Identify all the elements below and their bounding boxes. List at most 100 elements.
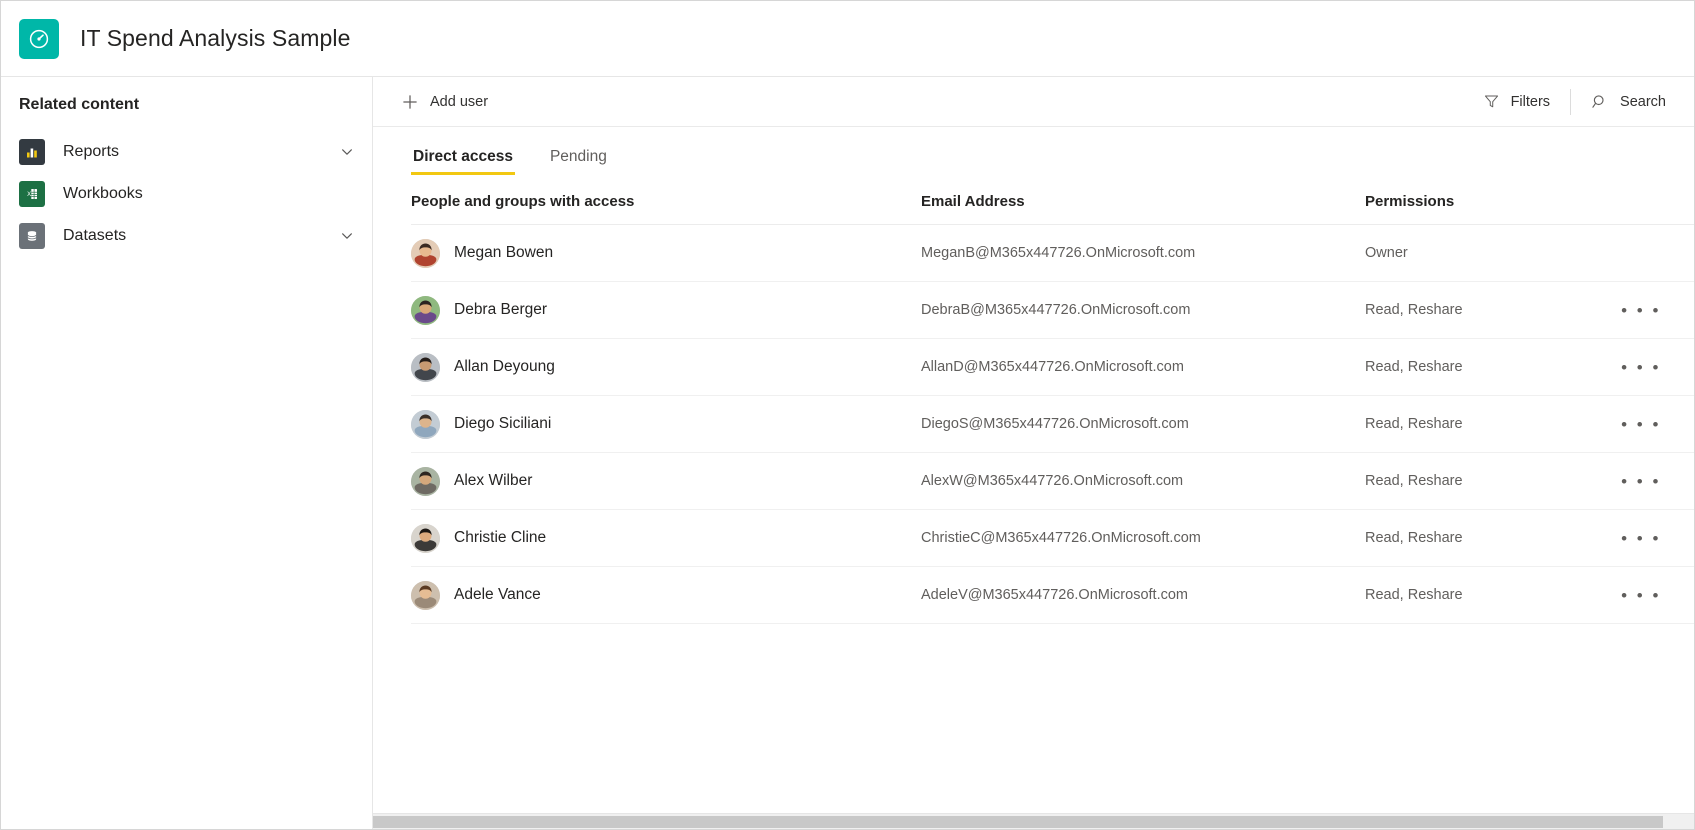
table-header-row: People and groups with access Email Addr… [411,175,1694,225]
more-options-icon[interactable]: • • • [1621,410,1658,438]
permission-value: Read, Reshare [1365,416,1463,432]
permission-value: Read, Reshare [1365,473,1463,489]
cell-person: Adele Vance [411,566,921,624]
column-header-actions [1625,175,1694,225]
cell-actions: • • • [1621,452,1694,510]
avatar [411,580,440,610]
more-options-icon[interactable]: • • • [1621,467,1658,495]
cell-person: Debra Berger [411,281,921,339]
more-options-icon[interactable]: • • • [1621,524,1658,552]
column-header-permissions: Permissions [1365,175,1625,225]
table-row[interactable]: Adele Vance AdeleV@M365x447726.OnMicrosof… [411,566,1694,624]
person-name: Adele Vance [454,586,541,603]
toolbar-divider [1570,88,1572,115]
permissions-main-panel: Add user Filters Search Direct access Pe… [373,77,1694,829]
cell-email: DiegoS@M365x447726.OnMicrosoft.com [921,395,1365,453]
cell-email: AdeleV@M365x447726.OnMicrosoft.com [921,566,1365,624]
cell-permissions: Read, Reshare [1365,452,1625,510]
email-address: DebraB@M365x447726.OnMicrosoft.com [921,302,1191,318]
table-row[interactable]: Debra Berger DebraB@M365x447726.OnMicroso… [411,281,1694,339]
bar-chart-icon [19,139,45,165]
table-row[interactable]: Alex Wilber AlexW@M365x447726.OnMicrosoft… [411,452,1694,510]
magnifier-icon [1591,93,1609,111]
sidebar-item-reports[interactable]: Reports [1,131,372,173]
cell-permissions: Owner [1365,224,1625,282]
related-content-sidebar: Related content Reports X Workbooks Data… [1,77,373,829]
cell-actions: • • • [1621,281,1694,339]
sidebar-item-label: Reports [63,143,120,160]
tab-direct-access[interactable]: Direct access [411,148,515,175]
cell-actions: • • • [1621,395,1694,453]
gauge-icon [19,18,59,59]
chevron-down-icon[interactable] [340,229,354,243]
permission-value: Owner [1365,245,1408,261]
horizontal-scrollbar[interactable] [373,813,1694,829]
cell-email: AlexW@M365x447726.OnMicrosoft.com [921,452,1365,510]
cell-person: Diego Siciliani [411,395,921,453]
sidebar-item-workbooks[interactable]: X Workbooks [1,173,372,215]
command-toolbar: Add user Filters Search [373,77,1694,127]
manage-permissions-window: IT Spend Analysis Sample Related content… [0,0,1695,830]
cell-permissions: Read, Reshare [1365,566,1625,624]
cell-actions: • • • [1621,509,1694,567]
email-address: DiegoS@M365x447726.OnMicrosoft.com [921,416,1189,432]
person-name: Allan Deyoung [454,358,555,375]
cell-email: DebraB@M365x447726.OnMicrosoft.com [921,281,1365,339]
email-address: ChristieC@M365x447726.OnMicrosoft.com [921,530,1201,546]
tab-label: Pending [549,148,607,165]
cell-email: MeganB@M365x447726.OnMicrosoft.com [921,224,1365,282]
table-row[interactable]: Diego Siciliani DiegoS@M365x447726.OnMicr… [411,395,1694,453]
cell-permissions: Read, Reshare [1365,338,1625,396]
add-user-label: Add user [430,93,489,110]
permissions-table: People and groups with access Email Addr… [411,175,1694,624]
table-row[interactable]: Allan Deyoung AllanD@M365x447726.OnMicros… [411,338,1694,396]
search-button[interactable]: Search [1581,85,1676,119]
page-title: IT Spend Analysis Sample [80,25,351,51]
table-row[interactable]: Megan Bowen MeganB@M365x447726.OnMicrosof… [411,224,1694,282]
add-user-button[interactable]: Add user [391,85,498,119]
more-options-icon[interactable]: • • • [1621,296,1658,324]
cell-person: Allan Deyoung [411,338,921,396]
funnel-icon [1483,93,1500,110]
column-header-email: Email Address [921,175,1365,225]
cell-actions: • • • [1625,224,1694,282]
sidebar-item-label: Workbooks [63,185,143,202]
sidebar-item-datasets[interactable]: Datasets [1,215,372,257]
filters-button[interactable]: Filters [1473,85,1560,119]
person-name: Megan Bowen [454,244,554,261]
column-header-person: People and groups with access [411,175,921,225]
permission-value: Read, Reshare [1365,530,1463,546]
more-options-icon[interactable]: • • • [1621,581,1658,609]
email-address: AllanD@M365x447726.OnMicrosoft.com [921,359,1184,375]
more-options-icon[interactable]: • • • [1621,353,1658,381]
avatar [411,523,440,553]
tab-pending[interactable]: Pending [548,148,609,175]
cell-person: Christie Cline [411,509,921,567]
email-address: AlexW@M365x447726.OnMicrosoft.com [921,473,1184,489]
person-name: Alex Wilber [454,472,533,489]
person-name: Debra Berger [454,301,548,318]
permission-value: Read, Reshare [1365,359,1463,375]
permission-value: Read, Reshare [1365,587,1463,603]
search-label: Search [1620,93,1666,110]
cell-email: ChristieC@M365x447726.OnMicrosoft.com [921,509,1365,567]
person-name: Diego Siciliani [454,415,552,432]
email-address: MeganB@M365x447726.OnMicrosoft.com [921,245,1196,261]
avatar [411,238,440,268]
app-header: IT Spend Analysis Sample [1,1,1694,77]
excel-workbook-icon: X [19,181,45,207]
horizontal-scrollbar-thumb[interactable] [373,816,1663,828]
cell-permissions: Read, Reshare [1365,509,1625,567]
avatar [411,409,440,439]
sidebar-title: Related content [19,96,140,113]
cell-actions: • • • [1621,566,1694,624]
svg-text:X: X [27,192,31,198]
cell-email: AllanD@M365x447726.OnMicrosoft.com [921,338,1365,396]
app-body: Related content Reports X Workbooks Data… [1,77,1694,829]
table-row[interactable]: Christie Cline ChristieC@M365x447726.OnMi… [411,509,1694,567]
chevron-down-icon[interactable] [340,145,354,159]
permissions-tablist: Direct access Pending [373,127,1694,175]
email-address: AdeleV@M365x447726.OnMicrosoft.com [921,587,1188,603]
permissions-table-container: People and groups with access Email Addr… [373,175,1694,813]
tab-label: Direct access [413,148,513,165]
